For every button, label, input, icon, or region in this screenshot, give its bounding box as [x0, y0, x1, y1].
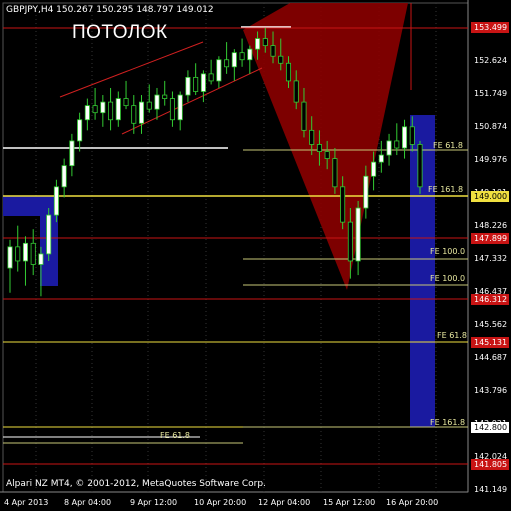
fib-label: FE 61.8	[437, 331, 468, 340]
candle-body	[270, 45, 276, 57]
candle-body	[378, 154, 384, 163]
candle-body	[301, 101, 307, 131]
price-tick: 148.226	[474, 221, 508, 230]
price-tick: 147.332	[474, 254, 508, 263]
chart-window: GBPJPY,H4 150.267 150.295 148.797 149.01…	[0, 0, 511, 511]
price-tick: 150.874	[474, 122, 508, 131]
fib-label: FE 161.8	[428, 185, 464, 194]
fib-label: FE 61.8	[433, 141, 464, 150]
price-level-label: 153.499	[471, 22, 509, 33]
price-tick: 151.749	[474, 89, 508, 98]
channel-upper	[59, 41, 204, 98]
price-tick: 149.976	[474, 155, 508, 164]
symbol-info: GBPJPY,H4 150.267 150.295 148.797 149.01…	[6, 5, 214, 15]
time-tick: 8 Apr 04:00	[64, 498, 112, 507]
fib-label: FE 100.0	[430, 247, 466, 256]
candle-body	[293, 80, 299, 103]
price-tick: 145.562	[474, 320, 508, 329]
candle-body	[316, 144, 322, 152]
candle-body	[154, 94, 160, 110]
copyright-text: Alpari NZ MT4, © 2001-2012, MetaQuotes S…	[6, 479, 266, 489]
candle-body	[69, 140, 75, 167]
candle-body	[30, 242, 36, 265]
candle-body	[355, 207, 361, 262]
fib-label: FE 100.0	[430, 274, 466, 283]
candle-body	[340, 186, 346, 223]
candle-body	[255, 38, 261, 50]
candle-body	[169, 98, 175, 121]
candle-body	[185, 76, 191, 96]
price-level-label: 149.000	[471, 191, 509, 202]
fib-label: FE 161.8	[430, 418, 466, 427]
candle-body	[92, 105, 98, 114]
price-tick: 152.624	[474, 56, 508, 65]
candle-body	[200, 73, 206, 92]
candle-body	[309, 129, 315, 145]
candle-body	[100, 101, 106, 114]
candle-body	[7, 246, 13, 269]
candle-body	[46, 214, 52, 255]
candle-body	[61, 165, 67, 188]
candle-body	[131, 105, 137, 124]
time-tick: 10 Apr 20:00	[194, 498, 247, 507]
candle-body	[22, 242, 28, 262]
candle-body	[417, 144, 423, 188]
candle-body	[262, 38, 268, 47]
candle-body	[278, 55, 284, 64]
price-level-label: 145.131	[471, 337, 509, 348]
candle-body	[239, 52, 245, 61]
price-level-label: 141.805	[471, 459, 509, 470]
candle-body	[224, 59, 230, 68]
price-tick: 143.796	[474, 386, 508, 395]
candle-body	[285, 62, 292, 82]
fib-label: FE 61.8	[160, 431, 191, 440]
time-tick: 12 Apr 04:00	[258, 498, 311, 507]
candle-body	[402, 126, 408, 149]
price-level-label: 146.312	[471, 294, 509, 305]
candle-body	[363, 175, 369, 209]
candle-body	[162, 94, 168, 99]
candle-body	[193, 76, 199, 92]
candle-body	[394, 140, 400, 149]
candle-body	[231, 52, 237, 68]
candle-body	[347, 221, 353, 262]
candle-body	[38, 253, 44, 265]
candle-body	[386, 140, 392, 156]
candle-body	[146, 101, 152, 110]
candle-body	[208, 73, 214, 82]
price-tick: 141.149	[474, 485, 508, 494]
price-level-label: 147.899	[471, 233, 509, 244]
candle-body	[115, 98, 121, 121]
candle-body	[247, 48, 253, 61]
candle-body	[138, 101, 145, 124]
time-tick: 4 Apr 2013	[4, 498, 49, 507]
candle-body	[53, 186, 59, 216]
time-tick: 16 Apr 20:00	[386, 498, 439, 507]
candle-body	[15, 246, 21, 262]
candle-body	[409, 126, 415, 145]
watermark-label: ПОТОЛОК	[72, 22, 168, 43]
channel-lower	[121, 67, 263, 135]
candle-body	[177, 94, 183, 121]
candle-body	[371, 161, 377, 177]
time-tick: 15 Apr 12:00	[323, 498, 376, 507]
candle-body	[77, 119, 83, 142]
price-tick: 144.687	[474, 353, 508, 362]
candle-body	[84, 105, 90, 121]
candle-body	[324, 151, 330, 159]
candle-body	[216, 59, 222, 82]
price-level-label: 142.800	[471, 422, 509, 433]
red-triangle	[243, 3, 408, 290]
candle-body	[108, 101, 114, 121]
plot-frame	[2, 2, 469, 493]
candle-body	[332, 158, 338, 188]
candle-body	[123, 98, 129, 107]
time-tick: 9 Apr 12:00	[130, 498, 178, 507]
